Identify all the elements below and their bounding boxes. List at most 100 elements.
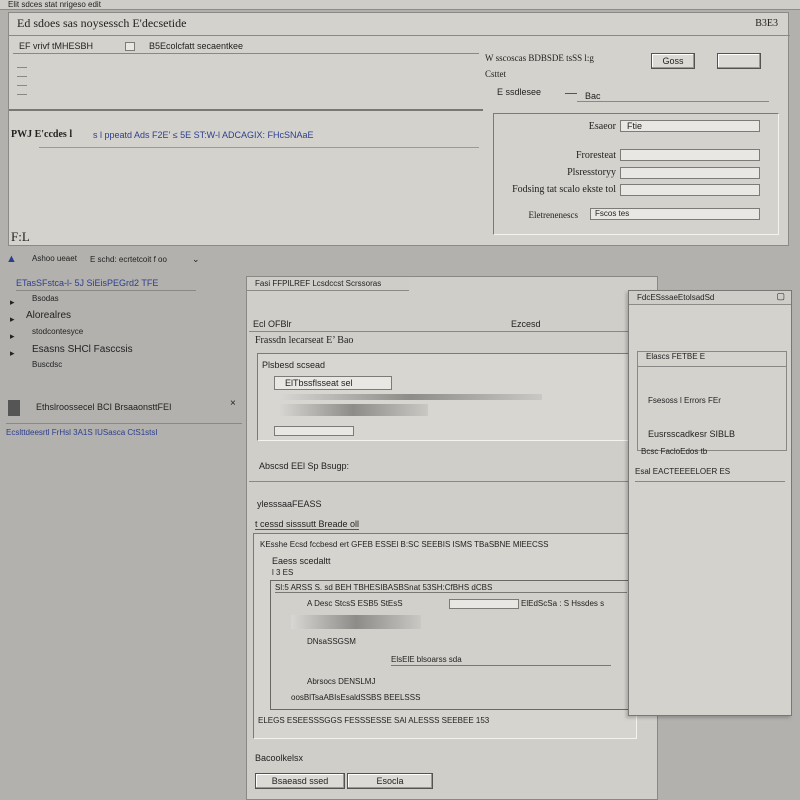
divider — [577, 101, 769, 102]
divider — [13, 53, 479, 54]
document-icon — [8, 400, 20, 416]
row1-text: EF vrivf tMHESBH — [19, 41, 94, 51]
address-row: PWJ E'ccdes l s l ppeatd Ads F2E’ ≤ 5E S… — [9, 125, 479, 145]
desc-line2: Eaess scedaltt — [272, 556, 331, 566]
section-title: Ethslroossecel BCI BrsaaonsttFEI — [36, 402, 172, 412]
cancel-button[interactable] — [717, 53, 761, 69]
group-sub: t cessd sisssutt Breade oll — [255, 519, 360, 530]
sidebar-item-0[interactable]: ETasSFstca-l- 5J SiEisPEGrd2 TFE — [16, 278, 158, 288]
dialog-header: W sscoscas BDBSDE tsSS l:g — [485, 53, 594, 63]
float-line-1[interactable]: Elascs FETBE E — [646, 352, 705, 361]
secondary-button[interactable]: Esocla — [347, 773, 433, 789]
top-right-label: B3E3 — [755, 18, 778, 29]
right-dialog: W sscoscas BDBSDE tsSS l:g Goss Csttet E… — [483, 49, 783, 243]
section-link[interactable]: Ecslttdeesrtl FrHsl 3A1S IUSasca CtS1sts… — [6, 428, 158, 437]
chevron-down-icon[interactable]: ⌄ — [192, 254, 200, 265]
progress-track — [278, 394, 542, 400]
field-input-3[interactable] — [620, 184, 760, 196]
right-float-window: FdcESssaeEtolsadSd ▢ Elascs FETBE E Fses… — [628, 290, 792, 716]
divider — [249, 331, 639, 332]
field-label-0: Esaeor — [588, 121, 616, 132]
inner-label: Plsbesd scsead — [262, 360, 326, 370]
folder-icons: ▸ ▸ ▸ ▸ — [10, 297, 15, 358]
blur-cell — [291, 615, 421, 629]
divider — [391, 665, 611, 666]
bottom-label: Bacoolkelsx — [255, 753, 304, 763]
dialog-fields: Esaeor Ftie Froresteat Plsresstoryy Fods… — [493, 113, 779, 235]
nav-text[interactable]: Ashoo ueaet — [32, 254, 77, 263]
blur-field — [278, 404, 428, 416]
divider — [635, 481, 785, 482]
row1-right: Ezcesd — [511, 319, 541, 329]
primary-button[interactable]: Bsaeasd ssed — [255, 773, 345, 789]
bottom-label: F:L — [11, 229, 30, 244]
desc-line3: l 3 ES — [272, 568, 294, 577]
section-header: Frassdn lecarseat E’ Bao — [255, 335, 354, 346]
field-input-1[interactable] — [620, 149, 760, 161]
window-titlebar: Elit sdces stat nrigeso edit — [0, 0, 800, 10]
field-label-4: Eletrenenescs — [528, 210, 578, 220]
address-label: PWJ E'ccdes l — [11, 129, 73, 140]
grid-header: Sl:5 ARSS S. sd BEH TBHESIBASBSnat 53SH:… — [275, 583, 627, 593]
nav-row: ▲ Ashoo ueaet E schd: ecrtetcoit f oo ⌄ — [4, 252, 244, 270]
field-input-4[interactable]: Fscos tes — [590, 208, 760, 220]
sidebar-item-3[interactable]: stodcontesyce — [32, 327, 83, 336]
grid-row-4[interactable]: Abrsocs DENSLMJ — [307, 677, 375, 686]
main-title: Fasi FFPILREF Lcsdccst Scrssoras — [247, 277, 409, 291]
desc-group: KEsshe Ecsd fccbesd ert GFEB ESSEl B:SC … — [253, 533, 637, 739]
sidebar-item-4[interactable]: Esasns SHCl Fasccsis — [32, 344, 133, 355]
field-label-3: Fodsing tat scalo ekste tol — [512, 184, 616, 195]
dialog-tabs: E ssdlesee Bac — [489, 85, 777, 107]
grid-row-0[interactable]: A Desc StcsS ESB5 StEsS — [307, 599, 403, 608]
sidebar: ETasSFstca-l- 5J SiEisPEGrd2 TFE Bsodas … — [6, 272, 240, 452]
grid-row-5[interactable]: oosBlTsaABIsEsaldSSBS BEELSSS — [291, 693, 420, 702]
sidebar-item-1[interactable]: Bsodas — [32, 294, 59, 303]
field-label-1: Froresteat — [576, 150, 616, 161]
dialog-sub-label: Csttet — [485, 69, 507, 79]
divider — [39, 147, 479, 148]
sidebar-item-5[interactable]: Buscdsc — [32, 360, 62, 369]
divider — [638, 366, 786, 367]
float-line-4[interactable]: Bcsc FacloEdos tb — [641, 447, 707, 456]
float-list: Elascs FETBE E Fsesoss l Errors FEr Eusr… — [637, 351, 787, 451]
panel-title: Ed sdoes sas noysessch E'decsetide — [17, 16, 187, 30]
address-value[interactable]: s l ppeatd Ads F2E’ ≤ 5E ST:W-l ADCAGIX:… — [93, 130, 314, 140]
footer-link[interactable]: Abscsd EEl Sp Bsugp: — [259, 461, 349, 471]
window-title: Elit sdces stat nrigeso edit — [8, 0, 101, 9]
float-line-3[interactable]: Eusrsscadkesr SIBLB — [648, 429, 735, 439]
field-input-0[interactable]: Ftie — [620, 120, 760, 132]
grid-field[interactable] — [449, 599, 519, 609]
divider — [16, 290, 196, 291]
float-title: FdcESssaeEtolsadSd — [629, 291, 791, 305]
row1-field[interactable] — [125, 42, 135, 51]
float-line-5[interactable]: Esal EACTEEEELOER ES — [635, 467, 730, 476]
grid-row-2[interactable]: DNsaSSGSM — [307, 637, 356, 646]
back-icon[interactable]: ▲ — [6, 253, 17, 265]
ok-button[interactable]: Goss — [651, 53, 695, 69]
sidebar-item-2[interactable]: Alorealres — [26, 310, 71, 321]
divider — [9, 35, 790, 36]
main-panel: Fasi FFPILREF Lcsdccst Scrssoras Ecl OFB… — [246, 276, 658, 800]
close-icon[interactable]: ▢ — [776, 291, 785, 302]
divider — [9, 109, 483, 111]
field-input-2[interactable] — [620, 167, 760, 179]
float-line-2[interactable]: Fsesoss l Errors FEr — [648, 396, 721, 405]
close-icon[interactable]: × — [230, 398, 236, 409]
small-field[interactable] — [274, 426, 354, 436]
desc-line: KEsshe Ecsd fccbesd ert GFEB ESSEl B:SC … — [260, 540, 549, 549]
sidebar-section: Ethslroossecel BCI BrsaaonsttFEI × — [6, 398, 242, 424]
nav-path[interactable]: E schd: ecrtetcoit f oo — [90, 255, 167, 264]
bottom-row: ELEGS ESEESSSGGS FESSSESSE SAl ALESSS SE… — [258, 716, 490, 725]
inner-group: Plsbesd scsead ElTbssflsseat sel — [257, 353, 635, 441]
inner-field[interactable]: ElTbssflsseat sel — [274, 376, 392, 390]
grid-row-3[interactable]: ElsElE blsoarss sda — [391, 655, 462, 664]
tab-sep — [565, 93, 577, 94]
grid-row-1[interactable]: ElEdScSa : S Hssdes s — [521, 599, 604, 608]
top-panel: Ed sdoes sas noysessch E'decsetide B3E3 … — [8, 12, 790, 246]
field-label-2: Plsresstoryy — [567, 167, 616, 178]
section-label[interactable]: E ssdlesee — [497, 87, 541, 97]
section-tab[interactable]: Bac — [585, 91, 601, 101]
row1-b: B5Ecolcfatt secaentkee — [149, 41, 244, 51]
row1: Ecl OFBlr — [253, 319, 292, 329]
top-left-area: EF vrivf tMHESBH B5Ecolcfatt secaentkee — [13, 39, 483, 119]
